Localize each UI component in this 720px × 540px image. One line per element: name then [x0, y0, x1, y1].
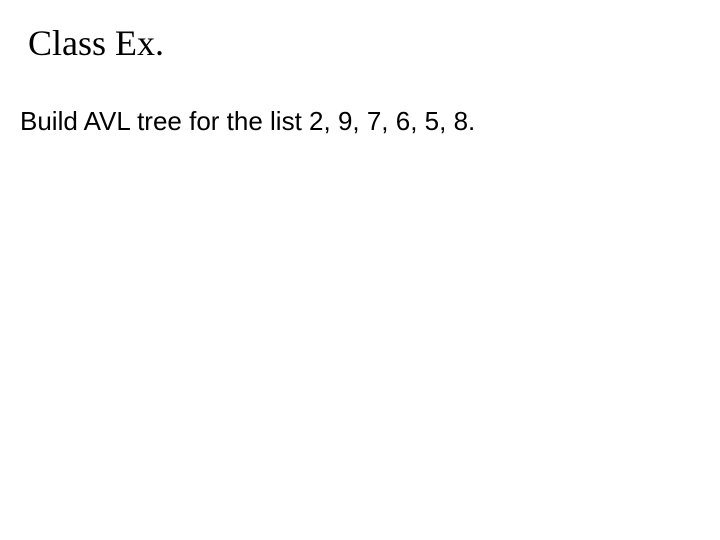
slide-title: Class Ex. [28, 22, 164, 64]
slide-body-text: Build AVL tree for the list 2, 9, 7, 6, … [20, 106, 475, 137]
